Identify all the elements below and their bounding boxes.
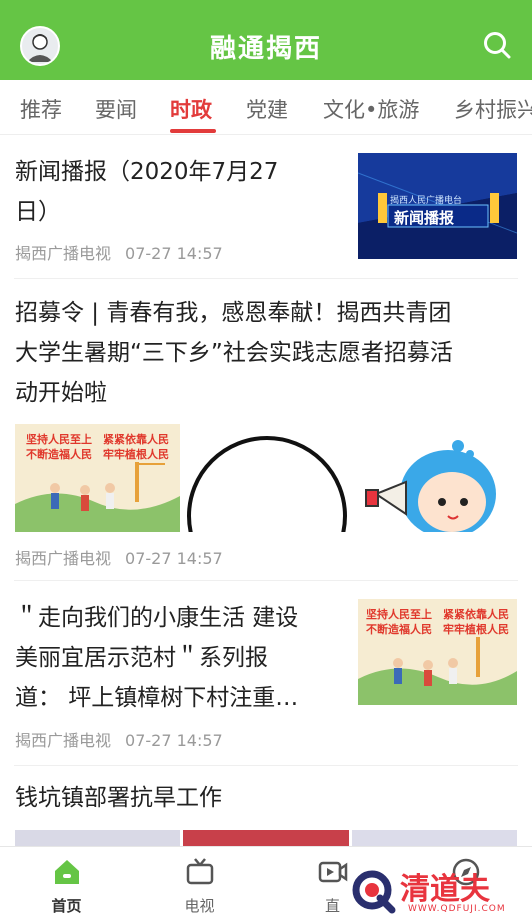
tab-rural[interactable]: 乡村振兴	[454, 94, 532, 124]
tab-culture-travel[interactable]: 文化•旅游	[323, 94, 419, 124]
home-icon	[54, 860, 79, 884]
watermark-text: 清道夫	[400, 872, 490, 907]
tabbar-tv[interactable]: 电视	[133, 847, 266, 921]
news-source: 揭西广播电视	[15, 244, 112, 263]
category-tabs: 推荐 要闻 时政 党建 文化•旅游 乡村振兴	[0, 80, 532, 135]
tabbar-label: 首页	[51, 897, 82, 915]
watermark-q-icon	[352, 870, 396, 914]
news-title-line: 美丽宜居示范村＂系列报	[15, 645, 268, 671]
watermark-url: WWW.QDFUJI.COM	[408, 904, 506, 914]
news-title-line: 钱坑镇部署抗旱工作	[15, 785, 222, 811]
active-tab-indicator	[170, 129, 216, 133]
news-thumbnail	[15, 830, 180, 846]
news-meta: 揭西广播电视 07-27 14:57	[15, 545, 223, 569]
news-time: 07-27 14:57	[125, 244, 223, 263]
tabbar-label: 电视	[184, 897, 215, 915]
news-title-line: 日）	[15, 199, 61, 225]
news-thumbnail	[352, 830, 517, 846]
news-meta: 揭西广播电视 07-27 14:57	[15, 240, 223, 264]
news-source: 揭西广播电视	[15, 731, 112, 750]
poster-thumbnail: 坚持人民至上 紧紧依靠人民 不断造福人民 牢牢植根人民	[15, 424, 180, 532]
live-video-icon	[318, 861, 347, 883]
news-item[interactable]: 新闻播报（2020年7月27 日） 揭西广播电视 07-27 14:57 揭西人民…	[0, 134, 532, 278]
app-title: 融通揭西	[209, 34, 322, 64]
tabbar-home[interactable]: 首页	[0, 847, 133, 921]
news-time: 07-27 14:57	[125, 549, 223, 568]
news-meta: 揭西广播电视 07-27 14:57	[15, 727, 223, 751]
news-time: 07-27 14:57	[125, 731, 223, 750]
news-item[interactable]: 招募令 | 青春有我，感恩奉献！揭西共青团 大学生暑期“三下乡”社会实践志愿者招…	[0, 279, 532, 580]
tv-icon	[186, 858, 213, 885]
tab-recommend[interactable]: 推荐	[20, 94, 62, 124]
tab-politics[interactable]: 时政	[170, 94, 212, 124]
news-title-line: 招募令 | 青春有我，感恩奉献！揭西共青团	[15, 300, 452, 326]
app-header: 融通揭西	[0, 0, 532, 80]
thumb-caption: 新闻播报	[394, 209, 455, 227]
search-icon[interactable]	[482, 30, 512, 60]
news-title-line: ＂走向我们的小康生活 建设	[15, 605, 299, 631]
tab-headlines[interactable]: 要闻	[95, 94, 137, 124]
loading-placeholder-circle	[187, 436, 347, 532]
cartoon-megaphone-girl-image	[365, 440, 496, 532]
news-title-line: 新闻播报（2020年7月27	[15, 159, 279, 185]
thumb-channel-label: 揭西人民广播电台	[390, 196, 463, 206]
news-source: 揭西广播电视	[15, 549, 112, 568]
watermark-logo: 清道夫 WWW.QDFUJI.COM	[348, 862, 528, 918]
news-item[interactable]: 钱坑镇部署抗旱工作	[0, 766, 532, 846]
news-title-line: 动开始啦	[15, 380, 107, 406]
news-title-line: 大学生暑期“三下乡”社会实践志愿者招募活	[15, 340, 453, 366]
news-title-line: 道： 坪上镇樟树下村注重…	[15, 685, 299, 711]
tab-party[interactable]: 党建	[246, 94, 288, 124]
news-item[interactable]: ＂走向我们的小康生活 建设 美丽宜居示范村＂系列报 道： 坪上镇樟树下村注重… …	[0, 581, 532, 765]
poster-thumbnail: 坚持人民至上 紧紧依靠人民 不断造福人民 牢牢植根人民	[358, 599, 517, 705]
news-thumbnail: 揭西人民广播电台 新闻播报	[358, 153, 517, 259]
news-thumbnail	[183, 830, 349, 846]
